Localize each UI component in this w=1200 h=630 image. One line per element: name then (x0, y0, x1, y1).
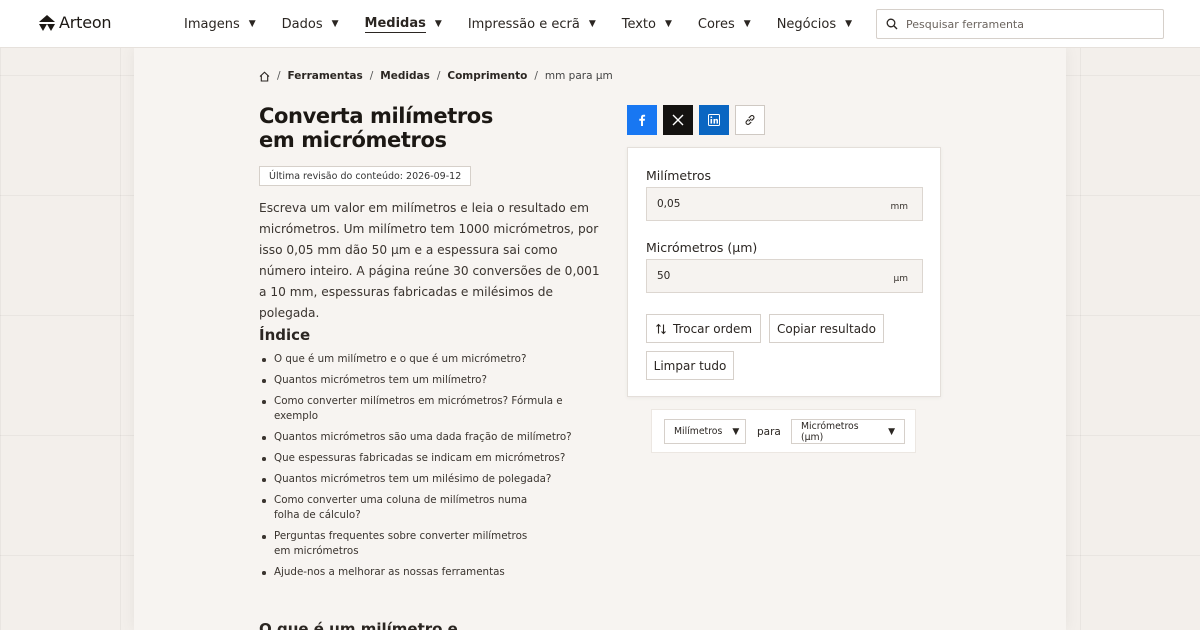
toc-item[interactable]: Quantos micrómetros tem um milímetro? (262, 373, 607, 388)
main-nav: Imagens ▼ Dados ▼ Medidas ▼ Impressão e … (184, 0, 878, 48)
caret-down-icon: ▼ (248, 19, 256, 29)
breadcrumb: / Ferramentas / Medidas / Comprimento / … (259, 69, 613, 83)
to-unit: µm (893, 274, 909, 284)
nav-label: Dados (281, 16, 323, 32)
breadcrumb-separator: / (436, 70, 441, 82)
from-field[interactable]: mm (646, 187, 923, 221)
from-unit: mm (890, 202, 908, 212)
home-icon[interactable] (259, 70, 270, 82)
to-field[interactable]: µm (646, 259, 923, 293)
logo-text: Arteon (59, 13, 112, 32)
toc-item[interactable]: Ajude-nos a melhorar as nossas ferrament… (262, 565, 607, 580)
copy-result-button[interactable]: Copiar resultado (769, 314, 884, 343)
nav-label: Medidas (364, 15, 426, 33)
toc-item[interactable]: O que é um milímetro e o que é um micróm… (262, 352, 607, 367)
table-of-contents: O que é um milímetro e o que é um micróm… (262, 352, 607, 586)
breadcrumb-current: mm para µm (544, 70, 613, 82)
from-unit-select-value: Milímetros (674, 426, 723, 437)
caret-down-icon: ▼ (888, 426, 895, 437)
search-icon (886, 18, 898, 30)
caret-down-icon: ▼ (434, 19, 442, 29)
swap-order-label: Trocar ordem (672, 321, 753, 336)
intro-paragraph: Escreva um valor em milímetros e leia o … (259, 201, 600, 320)
share-x-button[interactable] (663, 105, 693, 135)
toc-item[interactable]: Como converter milímetros em micrómetros… (262, 394, 607, 424)
millimeters-input[interactable] (657, 198, 891, 210)
share-facebook-button[interactable] (627, 105, 657, 135)
nav-label: Impressão e ecrã (467, 16, 580, 32)
linkedin-icon (708, 114, 720, 126)
clear-all-label: Limpar tudo (653, 358, 727, 373)
search-box[interactable] (876, 9, 1164, 39)
from-unit-select[interactable]: Milímetros ▼ (664, 419, 746, 444)
logo-icon (39, 14, 55, 31)
page-title: Converta milímetros em micrómetros (259, 104, 599, 152)
breadcrumb-medidas[interactable]: Medidas (380, 70, 430, 82)
facebook-icon (639, 114, 646, 126)
caret-down-icon: ▼ (588, 19, 596, 29)
breadcrumb-comprimento[interactable]: Comprimento (447, 70, 527, 82)
toc-item[interactable]: Perguntas frequentes sobre converter mil… (262, 529, 532, 559)
nav-item-imagens[interactable]: Imagens ▼ (184, 0, 256, 48)
toc-heading: Índice (259, 326, 311, 344)
nav-label: Cores (697, 16, 735, 32)
clear-all-button[interactable]: Limpar tudo (646, 351, 734, 380)
section-heading: O que é um milímetro e (259, 620, 458, 630)
top-header: Arteon Imagens ▼ Dados ▼ Medidas ▼ Impre… (0, 0, 1200, 48)
nav-item-texto[interactable]: Texto ▼ (622, 0, 672, 48)
unit-selector: Milímetros ▼ para Micrómetros (µm) ▼ (651, 409, 916, 453)
breadcrumb-ferramentas[interactable]: Ferramentas (288, 70, 363, 82)
caret-down-icon: ▼ (664, 19, 672, 29)
share-buttons (627, 105, 765, 135)
link-icon (745, 115, 755, 125)
copy-link-button[interactable] (735, 105, 765, 135)
caret-down-icon: ▼ (732, 426, 740, 437)
nav-item-negocios[interactable]: Negócios ▼ (777, 0, 852, 48)
revision-badge: Última revisão do conteúdo: 2026-09-12 (259, 166, 472, 186)
nav-label: Texto (621, 16, 656, 32)
nav-item-dados[interactable]: Dados ▼ (282, 0, 339, 48)
swap-icon (656, 323, 666, 334)
toc-item[interactable]: Quantos micrómetros são uma dada fração … (262, 430, 607, 445)
swap-order-button[interactable]: Trocar ordem (646, 314, 761, 343)
share-linkedin-button[interactable] (699, 105, 729, 135)
toc-item[interactable]: Que espessuras fabricadas se indicam em … (262, 451, 607, 466)
breadcrumb-separator: / (277, 70, 281, 82)
breadcrumb-separator: / (534, 70, 538, 82)
micrometers-input[interactable] (657, 270, 894, 282)
nav-item-impressao[interactable]: Impressão e ecrã ▼ (468, 0, 596, 48)
copy-result-label: Copiar resultado (776, 321, 877, 336)
caret-down-icon: ▼ (331, 19, 339, 29)
search-input[interactable] (906, 17, 1146, 31)
to-label: Micrómetros (µm) (646, 240, 758, 255)
caret-down-icon: ▼ (845, 19, 853, 29)
para-label: para (757, 426, 781, 438)
nav-item-cores[interactable]: Cores ▼ (698, 0, 751, 48)
from-label: Milímetros (646, 168, 711, 183)
nav-label: Imagens (184, 16, 240, 32)
nav-item-medidas[interactable]: Medidas ▼ (364, 0, 442, 48)
caret-down-icon: ▼ (743, 19, 751, 29)
to-unit-select-value: Micrómetros (µm) (801, 420, 859, 443)
to-unit-select[interactable]: Micrómetros (µm) ▼ (791, 419, 905, 444)
page-title-line-1: Converta milímetros (259, 104, 493, 128)
toc-item[interactable]: Quantos micrómetros tem um milésimo de p… (262, 472, 607, 487)
converter-card: Milímetros mm Micrómetros (µm) µm Trocar… (627, 147, 941, 397)
logo[interactable]: Arteon (39, 13, 112, 32)
nav-label: Negócios (776, 16, 837, 32)
x-icon (672, 114, 684, 126)
breadcrumb-separator: / (369, 70, 374, 82)
page-title-line-2: em micrómetros (259, 128, 447, 152)
toc-item[interactable]: Como converter uma coluna de milímetros … (262, 493, 547, 523)
